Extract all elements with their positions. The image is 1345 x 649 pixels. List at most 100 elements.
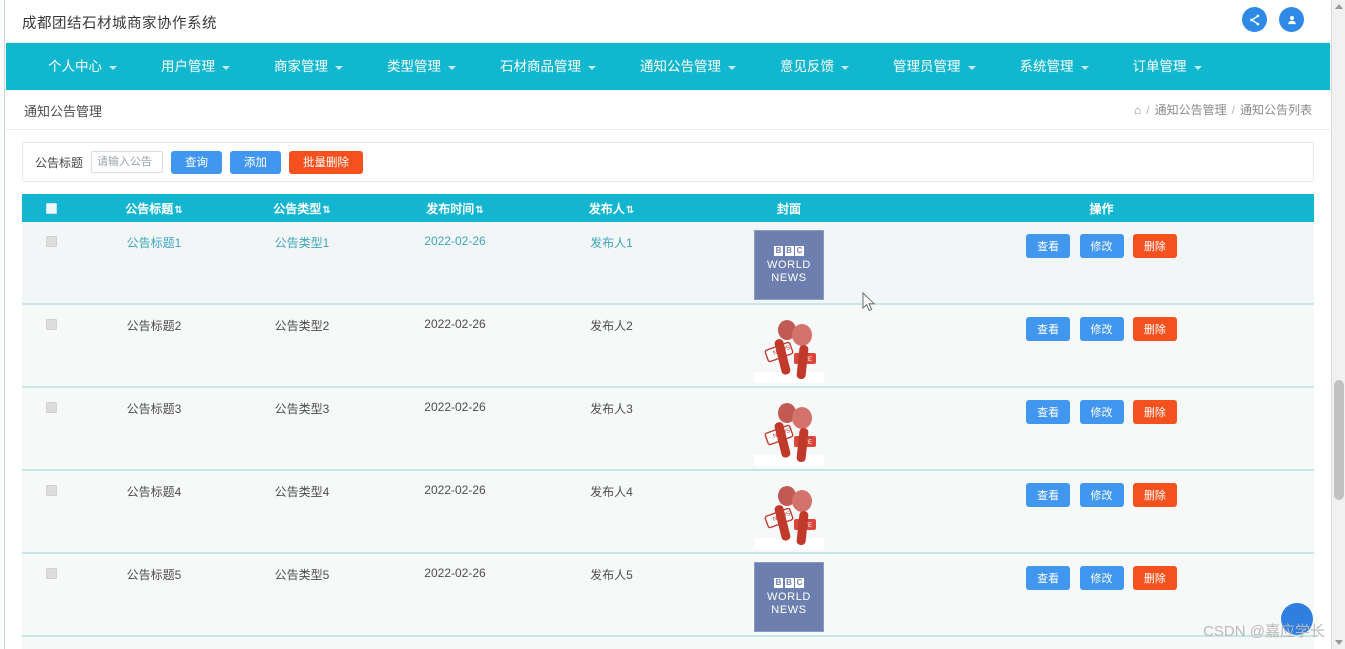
delete-button[interactable]: 删除 xyxy=(1132,566,1177,590)
bbc-letter: B xyxy=(784,245,794,257)
bbc-world-news-image: B B C WORLD NEWS xyxy=(754,230,824,300)
cell-cover xyxy=(689,636,889,649)
nav-item-system-management[interactable]: 系统管理 xyxy=(998,43,1111,90)
row-checkbox[interactable] xyxy=(45,402,57,414)
row-checkbox[interactable] xyxy=(45,236,57,248)
sort-icon[interactable]: ⇅ xyxy=(174,205,182,216)
delete-button[interactable]: 删除 xyxy=(1132,317,1177,341)
cell-operations: 查看 修改 删除 xyxy=(889,553,1314,637)
view-button[interactable]: 查看 xyxy=(1026,317,1071,341)
live-microphones-image: NEWS LIVE xyxy=(754,320,824,383)
edit-button[interactable]: 修改 xyxy=(1079,483,1124,507)
cover-thumbnail[interactable]: NEWS LIVE xyxy=(754,479,824,549)
row-select-cell xyxy=(22,636,80,649)
main-content: 公告标题 查询 添加 批量删除 xyxy=(6,130,1330,649)
cell-date: 2022-02-26 xyxy=(376,222,534,305)
announcement-publisher: 发布人4 xyxy=(590,485,633,499)
cell-publisher: 发布人2 xyxy=(534,304,689,388)
nav-item-merchant-management[interactable]: 商家管理 xyxy=(252,43,365,90)
share-icon[interactable] xyxy=(1242,7,1267,32)
nav-item-feedback[interactable]: 意见反馈 xyxy=(758,43,871,90)
announcement-publisher: 发布人3 xyxy=(590,402,633,416)
breadcrumb-separator: / xyxy=(1231,102,1235,117)
column-header-type[interactable]: 公告类型⇅ xyxy=(228,194,376,222)
scroll-down-arrow-icon[interactable] xyxy=(1335,640,1343,645)
bbc-letter: C xyxy=(795,245,804,257)
home-icon[interactable]: ⌂ xyxy=(1134,104,1141,116)
cover-thumbnail[interactable] xyxy=(754,645,824,649)
live-microphones-image: NEWS LIVE xyxy=(754,486,824,549)
system-title: 成都团结石材城商家协作系统 xyxy=(22,16,217,32)
search-input[interactable] xyxy=(91,151,164,173)
breadcrumb-item-1[interactable]: 通知公告管理 xyxy=(1155,101,1227,118)
delete-button[interactable]: 删除 xyxy=(1132,234,1177,258)
nav-item-stone-product-management[interactable]: 石材商品管理 xyxy=(478,43,618,90)
edit-button[interactable]: 修改 xyxy=(1079,400,1124,424)
nav-item-user-management[interactable]: 用户管理 xyxy=(139,43,252,90)
table-row[interactable]: 公告标题1 公告类型1 2022-02-26 发布人1 B B C WORLD … xyxy=(22,222,1314,305)
announcement-date: 2022-02-26 xyxy=(424,400,486,414)
row-checkbox[interactable] xyxy=(45,568,57,580)
column-header-title[interactable]: 公告标题⇅ xyxy=(80,194,228,222)
cell-date: 2022-02-26 xyxy=(376,470,534,554)
view-button[interactable]: 查看 xyxy=(1026,400,1071,424)
cover-thumbnail[interactable]: NEWS LIVE xyxy=(754,396,824,466)
scroll-up-arrow-icon[interactable] xyxy=(1335,4,1343,9)
nav-label: 商家管理 xyxy=(274,59,328,74)
browser-scrollbar[interactable] xyxy=(1331,0,1345,649)
add-button[interactable]: 添加 xyxy=(230,150,282,174)
nav-label: 个人中心 xyxy=(48,59,102,74)
chevron-down-icon xyxy=(588,65,596,70)
view-button[interactable]: 查看 xyxy=(1026,566,1071,590)
query-button[interactable]: 查询 xyxy=(171,150,223,174)
nav-item-personal-center[interactable]: 个人中心 xyxy=(26,43,139,90)
row-checkbox[interactable] xyxy=(45,319,57,331)
bbc-letter: B xyxy=(784,577,794,589)
view-button[interactable]: 查看 xyxy=(1026,483,1071,507)
user-icon[interactable] xyxy=(1279,7,1304,32)
select-all-checkbox[interactable] xyxy=(45,203,57,215)
announcement-title: 公告标题2 xyxy=(126,319,182,333)
table-row[interactable]: 公告标题5 公告类型5 2022-02-26 发布人5 B B C WORLD … xyxy=(22,553,1314,637)
nav-label: 用户管理 xyxy=(161,59,215,74)
table-row[interactable]: 公告标题2 公告类型2 2022-02-26 发布人2 查看 修改 删除 xyxy=(22,304,1314,388)
breadcrumb-item-2[interactable]: 通知公告列表 xyxy=(1240,101,1312,118)
cover-thumbnail[interactable]: B B C WORLD NEWS xyxy=(754,562,824,632)
view-button[interactable]: 查看 xyxy=(1026,234,1071,258)
table-row[interactable]: 公告标题4 公告类型4 2022-02-26 发布人4 查看 修改 删除 xyxy=(22,470,1314,554)
cover-thumbnail[interactable]: B B C WORLD NEWS xyxy=(754,230,824,300)
table-row[interactable]: 公告标题3 公告类型3 2022-02-26 发布人3 查看 修改 删除 xyxy=(22,387,1314,471)
live-microphones-image: NEWS LIVE xyxy=(754,403,824,466)
cell-publisher: 发布人3 xyxy=(534,387,689,471)
sort-icon[interactable]: ⇅ xyxy=(475,205,483,216)
column-header-publisher[interactable]: 发布人⇅ xyxy=(534,194,689,222)
mouse-cursor xyxy=(862,291,877,318)
batch-delete-button[interactable]: 批量删除 xyxy=(289,150,364,174)
delete-button[interactable]: 删除 xyxy=(1132,400,1177,424)
sort-icon[interactable]: ⇅ xyxy=(322,205,330,216)
nav-item-announcement-management[interactable]: 通知公告管理 xyxy=(618,43,758,90)
edit-button[interactable]: 修改 xyxy=(1079,234,1124,258)
scrollbar-thumb[interactable] xyxy=(1334,380,1344,500)
delete-button[interactable]: 删除 xyxy=(1132,483,1177,507)
cell-type: 公告类型3 xyxy=(228,387,376,471)
chevron-down-icon xyxy=(1080,65,1089,70)
cell-date: 2022-02-26 xyxy=(376,553,534,637)
cell-cover: B B C WORLD NEWS xyxy=(689,553,889,637)
row-checkbox[interactable] xyxy=(45,485,57,497)
cell-title: 公告标题5 xyxy=(80,553,228,637)
column-header-publish-date[interactable]: 发布时间⇅ xyxy=(376,194,534,222)
app-window: 成都团结石材城商家协作系统 个人中心 用户管理 商家管理 类型管理 石材商品管理… xyxy=(0,0,1345,649)
cell-title: 公告标题3 xyxy=(80,387,228,471)
cover-thumbnail[interactable]: NEWS LIVE xyxy=(754,313,824,383)
bbc-word-news: NEWS xyxy=(771,603,807,616)
edit-button[interactable]: 修改 xyxy=(1079,566,1124,590)
sort-icon[interactable]: ⇅ xyxy=(626,205,634,216)
table-row[interactable]: 公告标题6 公告类型6 2022-02-26 发布人6 xyxy=(22,636,1314,649)
nav-item-admin-management[interactable]: 管理员管理 xyxy=(871,43,998,90)
app-header: 成都团结石材城商家协作系统 xyxy=(6,0,1330,43)
nav-item-order-management[interactable]: 订单管理 xyxy=(1111,43,1224,90)
edit-button[interactable]: 修改 xyxy=(1079,317,1124,341)
chevron-down-icon xyxy=(1193,65,1202,70)
nav-item-type-management[interactable]: 类型管理 xyxy=(365,43,478,90)
